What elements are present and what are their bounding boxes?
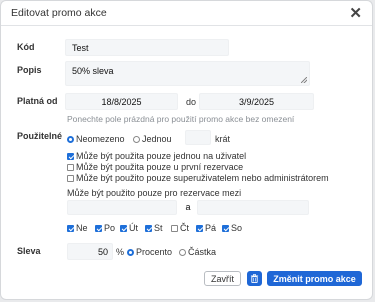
day-ut-label: Út [129,223,138,233]
radio-unlimited-label: Neomezeno [76,134,125,144]
valid-from-value: 18/8/2025 [101,96,142,107]
day-pa-control[interactable] [196,225,203,232]
reservation-from-input[interactable] [67,200,177,215]
day-checkbox-ct[interactable]: Čt [171,223,189,233]
code-label: Kód [17,42,35,52]
day-checkbox-pa[interactable]: Pá [196,223,216,233]
reservation-range-label: Může být použito pouze pro rezervace mez… [67,188,242,198]
day-checkbox-st[interactable]: St [145,223,163,233]
date-hint: Ponechte pole prázdná pro použití promo … [67,114,295,124]
day-ne-control[interactable] [67,225,74,232]
dialog-header: Editovat promo akce ✕ [1,1,372,26]
checkbox-first-reservation[interactable]: Může být použita pouze u první rezervace [67,162,243,172]
day-st-control[interactable] [145,225,152,232]
usable-label: Použitelné [17,131,63,141]
radio-amount[interactable]: Částka [179,247,216,257]
valid-to-input[interactable]: 3/9/2025 [199,93,314,110]
day-checkbox-so[interactable]: So [222,223,242,233]
radio-once-label: Jednou [142,134,172,144]
radio-percent-label: Procento [136,247,173,257]
resize-handle-icon[interactable] [301,77,307,83]
delete-button[interactable] [247,271,262,286]
checkbox-superuser-only-label: Může být použito pouze superuživatelem n… [76,173,329,183]
day-ct-control[interactable] [171,225,178,232]
description-textarea[interactable]: 50% sleva [65,61,310,86]
day-checkbox-po[interactable]: Po [95,223,115,233]
reservation-range-separator: a [185,201,191,212]
radio-unlimited-control[interactable] [67,136,74,143]
close-icon[interactable]: ✕ [349,6,362,21]
day-st-label: St [154,223,163,233]
radio-once[interactable]: Jednou [133,134,172,144]
checkbox-first-reservation-control[interactable] [67,164,74,171]
day-pa-label: Pá [205,223,217,233]
discount-unit: % [116,247,125,257]
code-value: Test [72,42,89,53]
checkbox-superuser-only[interactable]: Může být použito pouze superuživatelem n… [67,173,329,183]
reservation-to-input[interactable] [197,200,309,215]
valid-from-input[interactable]: 18/8/2025 [65,93,178,110]
date-separator: do [186,97,197,107]
day-po-control[interactable] [95,225,102,232]
checkbox-once-per-user-label: Může být použita pouze jednou na uživate… [76,151,247,161]
discount-value: 50 [97,246,108,257]
checkbox-once-per-user[interactable]: Může být použita pouze jednou na uživate… [67,151,246,161]
description-label: Popis [17,65,42,75]
checkbox-superuser-only-control[interactable] [67,175,74,182]
day-po-label: Po [104,223,116,233]
edit-promo-dialog: Editovat promo akce ✕ Kód Test Popis 50%… [0,0,373,300]
checkbox-first-reservation-label: Může být použita pouze u první rezervace [76,162,244,172]
day-so-label: So [231,223,243,233]
day-checkbox-ut[interactable]: Út [120,223,138,233]
close-button[interactable]: Zavřít [204,271,241,286]
checkbox-once-per-user-control[interactable] [67,153,74,160]
description-value: 50% sleva [72,66,114,76]
day-ut-control[interactable] [120,225,127,232]
radio-unlimited[interactable]: Neomezeno [67,134,125,144]
day-so-control[interactable] [222,225,229,232]
valid-to-value: 3/9/2025 [238,96,275,107]
day-ct-label: Čt [180,223,189,233]
radio-once-control[interactable] [133,136,140,143]
times-input[interactable] [185,130,211,145]
discount-label: Sleva [17,246,41,256]
valid-from-label: Platná od [17,96,58,106]
code-input[interactable]: Test [65,39,229,56]
radio-amount-control[interactable] [179,249,186,256]
radio-amount-label: Částka [188,247,217,257]
radio-percent-control[interactable] [127,249,134,256]
dialog-title: Editovat promo akce [11,7,107,19]
times-suffix: krát [215,134,231,144]
trash-icon [250,274,259,283]
radio-percent[interactable]: Procento [127,247,172,257]
day-checkbox-ne[interactable]: Ne [67,223,88,233]
discount-input[interactable]: 50 [67,243,113,260]
day-ne-label: Ne [76,223,88,233]
save-promo-button[interactable]: Změnit promo akce [267,271,362,286]
